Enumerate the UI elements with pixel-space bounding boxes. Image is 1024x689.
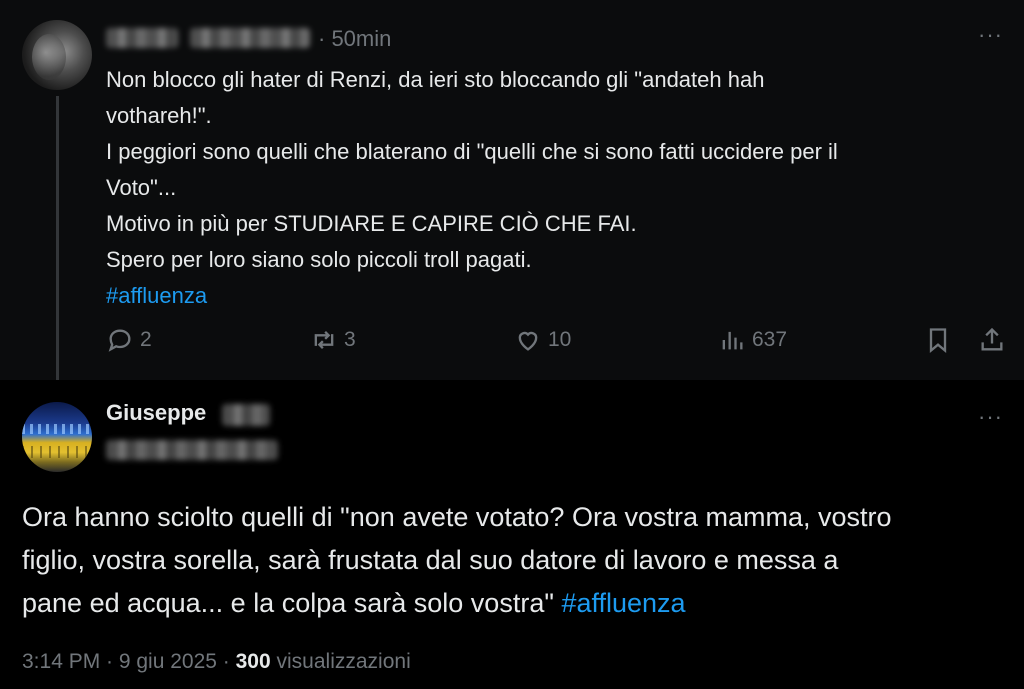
tweet-text-line: vothareh!".: [106, 103, 212, 128]
redacted-username[interactable]: [106, 440, 278, 460]
bookmark-button[interactable]: [924, 326, 952, 354]
tweet-text-line: Spero per loro siano solo piccoli troll …: [106, 247, 532, 272]
avatar[interactable]: [22, 402, 92, 472]
display-name[interactable]: Giuseppe: [106, 400, 206, 426]
bookmark-icon: [929, 328, 947, 353]
action-bar: 2 3 10 637: [0, 326, 1024, 358]
share-icon: [981, 327, 1003, 351]
hashtag-link[interactable]: #affluenza: [561, 588, 685, 618]
views-count: 637: [752, 328, 788, 351]
views-label: visualizzazioni: [276, 650, 411, 673]
tweet-text: Ora hanno sciolto quelli di "non avete v…: [22, 496, 1012, 625]
tweet-meta: 3:14 PM · 9 giu 2025 · 300 visualizzazio…: [22, 650, 411, 674]
redacted-surname: [222, 404, 270, 426]
tweet-text: Non blocco gli hater di Renzi, da ieri s…: [106, 62, 1006, 314]
repost-count: 3: [344, 328, 356, 351]
timestamp[interactable]: · 50min: [318, 26, 391, 52]
views-count: 300: [235, 650, 271, 673]
tweet-text-line: Motivo in più per STUDIARE E CAPIRE CIÒ …: [106, 211, 637, 236]
repost-button[interactable]: 3: [310, 326, 356, 354]
timestamp[interactable]: 3:14 PM · 9 giu 2025 ·: [22, 650, 236, 673]
tweet-text-line: figlio, vostra sorella, sarà frustata da…: [22, 545, 839, 575]
redacted-username[interactable]: [190, 28, 310, 48]
tweet-text-line: pane ed acqua... e la colpa sarà solo vo…: [22, 582, 1012, 625]
like-count: 10: [548, 328, 572, 351]
tweet-text-line: I peggiori sono quelli che blaterano di …: [106, 139, 838, 164]
more-options-icon[interactable]: ···: [978, 404, 1003, 430]
share-button[interactable]: [978, 326, 1006, 354]
tweet-text-line: Non blocco gli hater di Renzi, da ieri s…: [106, 67, 765, 92]
reply-button[interactable]: 2: [106, 326, 152, 354]
like-button[interactable]: 10: [514, 326, 571, 354]
views-button[interactable]: 637: [718, 326, 787, 354]
reply-count: 2: [140, 328, 152, 351]
tweet-text-line: Voto"...: [106, 175, 177, 200]
repost-icon: [314, 331, 334, 349]
tweet-main[interactable]: Giuseppe ··· Ora hanno sciolto quelli di…: [0, 380, 1024, 689]
tweet-text-segment: pane ed acqua... e la colpa sarà solo vo…: [22, 588, 554, 618]
redacted-display-name[interactable]: [106, 28, 178, 48]
analytics-icon: [722, 331, 743, 350]
heart-icon: [518, 331, 538, 351]
hashtag-link[interactable]: #affluenza: [106, 278, 1006, 314]
avatar[interactable]: [22, 20, 92, 90]
tweet-parent[interactable]: · 50min ··· Non blocco gli hater di Renz…: [0, 0, 1024, 386]
more-options-icon[interactable]: ···: [978, 22, 1003, 48]
tweet-text-line: Ora hanno sciolto quelli di "non avete v…: [22, 502, 892, 532]
reply-icon: [108, 329, 131, 352]
